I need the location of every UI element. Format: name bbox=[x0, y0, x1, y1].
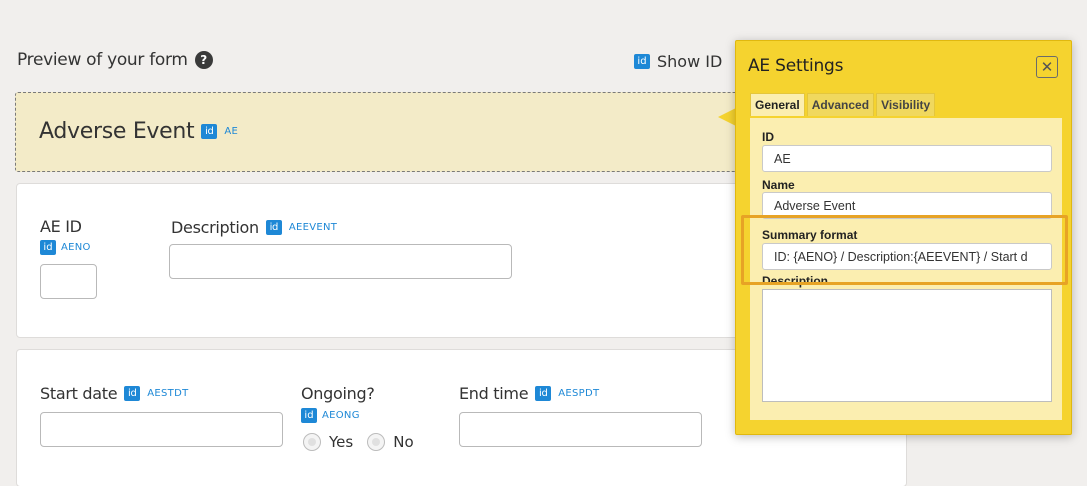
popup-pointer bbox=[718, 108, 736, 126]
ae-id-label-text: AE ID bbox=[40, 217, 82, 236]
form-group-header[interactable]: Adverse Event id AE bbox=[15, 92, 775, 172]
yes-radio[interactable] bbox=[303, 433, 321, 451]
start-date-code: AESTDT bbox=[147, 388, 189, 399]
group-title-text: Adverse Event bbox=[39, 119, 195, 144]
description-label-text: Description bbox=[171, 218, 259, 237]
start-date-input[interactable] bbox=[40, 412, 283, 447]
ongoing-label: Ongoing? bbox=[301, 384, 375, 403]
id-badge-icon: id bbox=[634, 54, 650, 69]
ae-id-code-row: id AENO bbox=[40, 240, 91, 255]
group-id-code: AE bbox=[224, 126, 239, 137]
no-radio[interactable] bbox=[367, 433, 386, 451]
form-builder-page: Preview of your form ? id Show ID Advers… bbox=[0, 0, 1087, 486]
show-ids-toggle[interactable]: id Show ID bbox=[634, 52, 722, 71]
ongoing-code-row: id AEONG bbox=[301, 408, 360, 423]
name-field-label: Name bbox=[762, 178, 795, 192]
preview-title-text: Preview of your form bbox=[17, 50, 188, 70]
ongoing-code: AEONG bbox=[322, 410, 360, 421]
popup-title: AE Settings bbox=[748, 56, 844, 76]
end-time-code: AESPDT bbox=[558, 388, 600, 399]
id-field[interactable]: AE bbox=[762, 145, 1052, 172]
description-textarea[interactable] bbox=[762, 289, 1052, 402]
end-time-input[interactable] bbox=[459, 412, 702, 447]
yes-label: Yes bbox=[329, 433, 354, 451]
preview-title: Preview of your form ? bbox=[17, 50, 213, 70]
ae-id-input[interactable] bbox=[40, 264, 97, 299]
tab-advanced[interactable]: Advanced bbox=[806, 93, 875, 116]
tab-general[interactable]: General bbox=[750, 93, 805, 116]
settings-tabs: General Advanced Visibility bbox=[750, 93, 936, 116]
summary-format-highlight bbox=[741, 215, 1068, 285]
show-ids-label: Show ID bbox=[657, 52, 723, 71]
description-input[interactable] bbox=[169, 244, 512, 279]
start-date-label: Start date id AESTDT bbox=[40, 384, 189, 403]
ae-id-label: AE ID bbox=[40, 217, 82, 236]
help-icon[interactable]: ? bbox=[194, 51, 213, 69]
description-code: AEEVENT bbox=[288, 222, 338, 233]
id-badge-icon: id bbox=[535, 386, 552, 401]
group-title: Adverse Event id AE bbox=[39, 119, 238, 144]
id-badge-icon: id bbox=[40, 240, 56, 255]
end-time-label-text: End time bbox=[459, 384, 529, 403]
ongoing-radio-group: Yes No bbox=[303, 433, 414, 451]
ongoing-label-text: Ongoing? bbox=[301, 384, 375, 403]
id-badge-icon: id bbox=[124, 386, 141, 401]
id-field-label: ID bbox=[762, 130, 774, 144]
start-date-label-text: Start date bbox=[40, 384, 118, 403]
tab-visibility[interactable]: Visibility bbox=[876, 93, 936, 116]
id-badge-icon: id bbox=[301, 408, 317, 423]
no-label: No bbox=[393, 433, 414, 451]
ae-id-code: AENO bbox=[61, 242, 91, 253]
end-time-label: End time id AESPDT bbox=[459, 384, 599, 403]
id-badge-icon: id bbox=[265, 220, 282, 235]
close-icon[interactable]: ✕ bbox=[1036, 56, 1058, 78]
description-label: Description id AEEVENT bbox=[171, 218, 337, 237]
id-badge-icon: id bbox=[201, 124, 218, 139]
